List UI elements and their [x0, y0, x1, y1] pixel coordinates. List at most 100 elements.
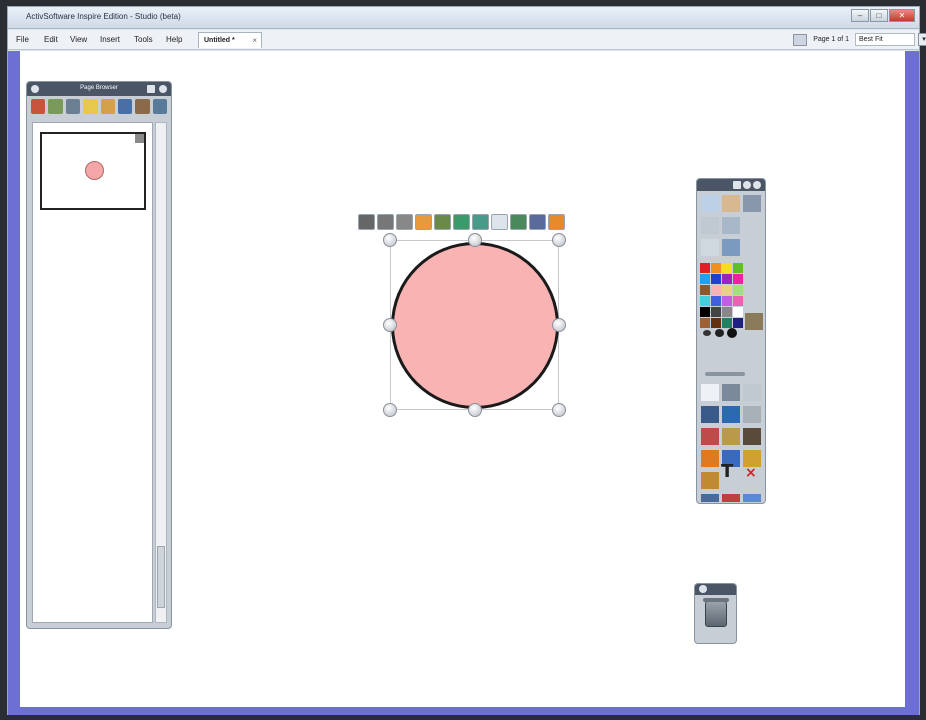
color-swatch-dark-gray[interactable] — [711, 307, 721, 317]
pen-width-large-icon[interactable] — [727, 328, 737, 338]
next-page-icon[interactable] — [722, 217, 740, 234]
maximize-button[interactable]: □ — [870, 9, 888, 22]
send-back-icon[interactable] — [529, 214, 546, 230]
undo-icon[interactable] — [701, 494, 719, 502]
title-bar[interactable]: ActivSoftware Inspire Edition - Studio (… — [8, 7, 919, 29]
menu-edit[interactable]: Edit — [44, 35, 58, 44]
color-swatch-red[interactable] — [700, 263, 710, 273]
object-browser-icon[interactable] — [117, 99, 133, 114]
delete-object-icon[interactable] — [358, 214, 375, 230]
eraser-icon[interactable] — [701, 428, 719, 445]
link-icon[interactable] — [415, 214, 432, 230]
chevron-down-icon[interactable]: ▾ — [918, 33, 926, 46]
close-button[interactable]: ✕ — [889, 9, 915, 22]
bring-forward-icon[interactable] — [510, 214, 527, 230]
lock-icon[interactable] — [548, 214, 565, 230]
page-menu-icon[interactable] — [135, 134, 144, 143]
document-tab[interactable]: Untitled * × — [198, 32, 262, 48]
menu-view[interactable]: View — [70, 35, 87, 44]
fill-icon[interactable] — [472, 214, 489, 230]
pen-width-small-icon[interactable] — [703, 330, 711, 336]
trash-can-icon[interactable] — [703, 598, 729, 627]
toolbox-header[interactable] — [697, 179, 765, 191]
resize-handle-bottom-right[interactable] — [552, 403, 566, 417]
resize-handle-top[interactable] — [468, 233, 482, 247]
scrollbar-thumb[interactable] — [157, 546, 165, 608]
menu-insert[interactable]: Insert — [100, 35, 120, 44]
color-swatch-black[interactable] — [700, 307, 710, 317]
new-page-icon[interactable] — [31, 99, 46, 114]
color-swatch-blue[interactable] — [711, 274, 721, 284]
page-thumbnail[interactable] — [40, 132, 146, 210]
background-icon[interactable] — [48, 99, 63, 114]
clear-icon[interactable] — [743, 428, 761, 445]
color-swatch-light-green[interactable] — [733, 285, 743, 295]
redo-icon[interactable] — [722, 494, 740, 502]
reorder-icon[interactable] — [377, 214, 394, 230]
resize-handle-bottom[interactable] — [468, 403, 482, 417]
pin-icon[interactable] — [147, 85, 155, 93]
resize-handle-top-right[interactable] — [552, 233, 566, 247]
color-swatch-navy[interactable] — [733, 318, 743, 328]
select-arrow-icon[interactable] — [701, 384, 719, 401]
menu-help[interactable]: Help — [166, 35, 182, 44]
highlighter-icon[interactable] — [722, 406, 740, 423]
reset-icon[interactable] — [701, 239, 719, 256]
resize-handle-bottom-left[interactable] — [383, 403, 397, 417]
shape-icon[interactable] — [701, 450, 719, 467]
color-swatch-rust[interactable] — [700, 318, 710, 328]
color-swatch-green[interactable] — [733, 263, 743, 273]
color-swatch-hot-pink[interactable] — [733, 296, 743, 306]
page-browser-scrollbar[interactable] — [155, 122, 167, 623]
resize-handle-right[interactable] — [552, 318, 566, 332]
color-swatch-white[interactable] — [733, 307, 743, 317]
color-swatch-tan[interactable] — [722, 285, 732, 295]
properties-icon[interactable] — [100, 99, 115, 114]
menu-file[interactable]: File — [16, 35, 29, 44]
color-swatch-light-blue[interactable] — [700, 274, 710, 284]
pin-icon[interactable] — [733, 181, 741, 189]
tools-icon[interactable] — [152, 99, 167, 114]
resource-icon[interactable] — [701, 472, 719, 489]
toolbox-options-icon[interactable] — [743, 181, 751, 189]
color-swatch-purple[interactable] — [722, 274, 732, 284]
text-tool-icon[interactable]: T — [721, 461, 733, 482]
color-swatch-orange[interactable] — [711, 263, 721, 273]
resize-handle-top-left[interactable] — [383, 233, 397, 247]
pen-tool-icon[interactable] — [722, 239, 740, 256]
color-swatch-dark-brown[interactable] — [711, 318, 721, 328]
notes-icon[interactable] — [83, 99, 98, 114]
minimize-button[interactable]: – — [851, 9, 869, 22]
color-swatch-pink[interactable] — [711, 285, 721, 295]
page-browser-header[interactable]: Page Browser — [27, 82, 171, 96]
zoom-select[interactable]: Best Fit ▾ — [855, 33, 926, 46]
settings-icon[interactable] — [699, 585, 707, 593]
pen-width-medium-icon[interactable] — [715, 329, 724, 337]
fill-icon[interactable] — [722, 428, 740, 445]
color-swatch-royal-blue[interactable] — [711, 296, 721, 306]
resources-icon[interactable] — [65, 99, 81, 114]
tools-icon[interactable] — [722, 384, 740, 401]
pen-width-slider[interactable] — [705, 372, 745, 376]
color-swatch-gray[interactable] — [722, 307, 732, 317]
pen-mode-icon[interactable] — [743, 195, 761, 212]
color-swatch-lavender[interactable] — [722, 296, 732, 306]
trash-header[interactable] — [695, 584, 736, 595]
object-menu-icon[interactable] — [396, 214, 413, 230]
document-tab-close-icon[interactable]: × — [252, 36, 257, 45]
main-menu-icon[interactable] — [701, 195, 719, 212]
page-view-icon[interactable] — [793, 33, 808, 46]
translucency-icon[interactable] — [453, 214, 470, 230]
color-swatch-teal[interactable] — [722, 318, 732, 328]
close-icon[interactable] — [159, 85, 167, 93]
prev-page-icon[interactable] — [701, 217, 719, 234]
color-swatch-yellow[interactable] — [722, 263, 732, 273]
settings-icon[interactable] — [753, 181, 761, 189]
color-swatch-cyan[interactable] — [700, 296, 710, 306]
flipchart-icon[interactable] — [722, 195, 740, 212]
color-swatch-brown[interactable] — [700, 285, 710, 295]
camera-icon[interactable] — [743, 384, 761, 401]
color-picker-icon[interactable] — [745, 313, 763, 330]
color-swatch-magenta[interactable] — [733, 274, 743, 284]
resize-handle-left[interactable] — [383, 318, 397, 332]
